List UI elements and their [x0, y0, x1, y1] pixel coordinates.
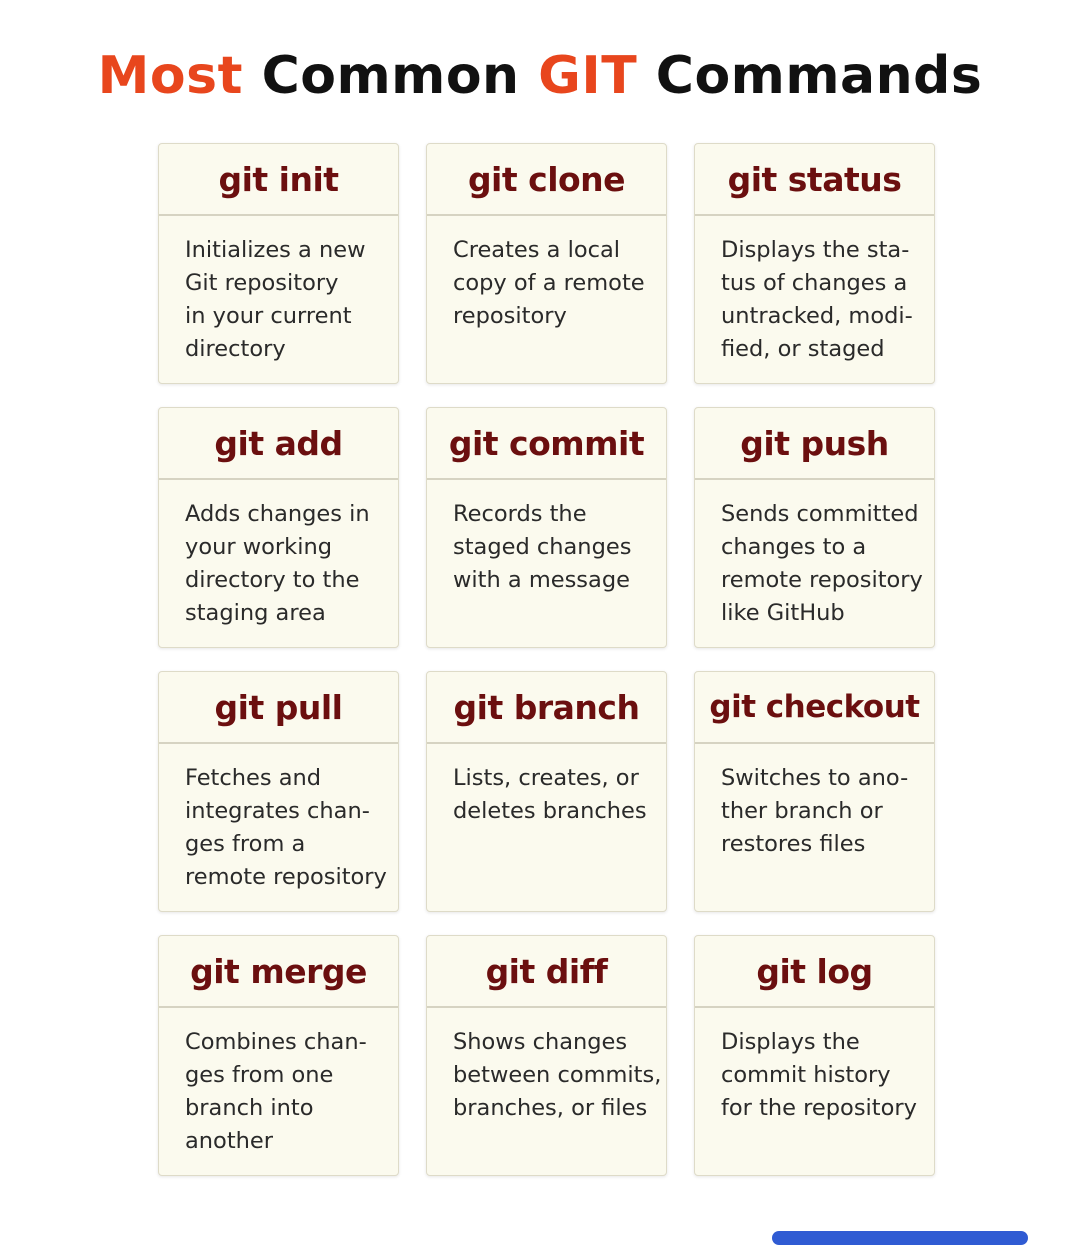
command-card: git push Sends committed changes to a remot…: [694, 407, 935, 648]
command-card: git log Displays the commit history for the…: [694, 935, 935, 1176]
command-name: git diff: [485, 951, 608, 991]
title-word-common: Common: [261, 46, 520, 106]
card-header: git init: [159, 144, 398, 216]
description-line: repository: [453, 303, 567, 329]
card-description: Creates a local copy of a remote repositor…: [427, 216, 666, 333]
card-description: Shows changes between commits, branches, o…: [427, 1008, 666, 1125]
command-name: git status: [727, 159, 902, 199]
command-card: git pull Fetches and integrates chan-ges f…: [158, 671, 399, 912]
command-name: git pull: [214, 687, 343, 727]
description-line: Fetches and: [185, 765, 322, 791]
title-word-git: GIT: [538, 46, 638, 106]
title-word-most: Most: [97, 46, 243, 106]
description-line: directory: [185, 336, 286, 362]
description-line: in your current: [185, 303, 352, 329]
description-line: branches, or files: [453, 1095, 648, 1121]
description-line: between commits,: [453, 1062, 662, 1088]
description-line: copy of a remote: [453, 270, 645, 296]
card-description: Lists, creates, or deletes branches: [427, 744, 666, 828]
card-description: Combines chan-ges from one branch into ano…: [159, 1008, 398, 1158]
description-line: staging area: [185, 600, 326, 626]
command-name: git init: [218, 159, 339, 199]
commands-grid: git init Initializes a new Git repository i…: [158, 143, 935, 1176]
card-header: git log: [695, 936, 934, 1008]
description-line: Shows changes: [453, 1029, 628, 1055]
card-header: git push: [695, 408, 934, 480]
description-line: ther branch or: [721, 798, 883, 824]
description-line: your working: [185, 534, 332, 560]
command-card: git status Displays the sta-tus of change…: [694, 143, 935, 384]
card-description: Fetches and integrates chan-ges from a rem…: [159, 744, 398, 894]
card-header: git branch: [427, 672, 666, 744]
description-line: restores files: [721, 831, 866, 857]
page-title: Most Common GIT Commands: [0, 40, 1080, 112]
description-line: Adds changes in: [185, 501, 370, 527]
card-header: git checkout: [695, 672, 934, 744]
description-line: remote repository: [185, 864, 387, 890]
description-line: Combines chan-: [185, 1029, 367, 1055]
description-line: Git repository: [185, 270, 339, 296]
card-description: Displays the commit history for the reposi…: [695, 1008, 934, 1125]
card-description: Displays the sta-tus of changes a untrack…: [695, 216, 934, 366]
description-line: for the repository: [721, 1095, 917, 1121]
command-name: git commit: [448, 423, 645, 463]
card-header: git pull: [159, 672, 398, 744]
description-line: ges from a: [185, 831, 306, 857]
card-description: Sends committed changes to a remote reposi…: [695, 480, 934, 630]
command-name: git log: [756, 951, 873, 991]
description-line: Sends committed: [721, 501, 919, 527]
command-name: git clone: [467, 159, 626, 199]
description-line: deletes branches: [453, 798, 647, 824]
command-card: git checkout Switches to ano-ther branch …: [694, 671, 935, 912]
description-line: with a message: [453, 567, 630, 593]
command-card: git merge Combines chan-ges from one branc…: [158, 935, 399, 1176]
bottom-scroll-indicator: [772, 1231, 1028, 1245]
description-line: untracked, modi-: [721, 303, 913, 329]
description-line: remote repository: [721, 567, 923, 593]
description-line: directory to the: [185, 567, 360, 593]
description-line: changes to a: [721, 534, 867, 560]
description-line: fied, or staged: [721, 336, 885, 362]
description-line: commit history: [721, 1062, 891, 1088]
description-line: like GitHub: [721, 600, 845, 626]
card-description: Switches to ano-ther branch or restores f…: [695, 744, 934, 861]
command-card: git add Adds changes in your working direct…: [158, 407, 399, 648]
command-name: git push: [740, 423, 889, 463]
description-line: ges from one: [185, 1062, 334, 1088]
description-line: integrates chan-: [185, 798, 370, 824]
card-description: Adds changes in your working directory to …: [159, 480, 398, 630]
card-description: Records the staged changes with a message: [427, 480, 666, 597]
command-name: git merge: [190, 951, 367, 991]
card-header: git status: [695, 144, 934, 216]
command-card: git branch Lists, creates, or deletes bran…: [426, 671, 667, 912]
description-line: Initializes a new: [185, 237, 366, 263]
command-card: git commit Records the staged changes with …: [426, 407, 667, 648]
description-line: Displays the: [721, 1029, 860, 1055]
card-header: git merge: [159, 936, 398, 1008]
description-line: Records the: [453, 501, 587, 527]
description-line: tus of changes a: [721, 270, 908, 296]
card-header: git add: [159, 408, 398, 480]
description-line: Creates a local: [453, 237, 621, 263]
title-word-commands: Commands: [655, 46, 983, 106]
command-name: git branch: [453, 687, 640, 727]
description-line: another: [185, 1128, 273, 1154]
description-line: Displays the sta-: [721, 237, 910, 263]
command-card: git diff Shows changes between commits, bra…: [426, 935, 667, 1176]
card-header: git diff: [427, 936, 666, 1008]
command-card: git init Initializes a new Git repository i…: [158, 143, 399, 384]
description-line: staged changes: [453, 534, 632, 560]
command-name: git checkout: [709, 689, 920, 725]
description-line: Switches to ano-: [721, 765, 909, 791]
card-description: Initializes a new Git repository in your c…: [159, 216, 398, 366]
command-name: git add: [214, 423, 343, 463]
command-card: git clone Creates a local copy of a remote…: [426, 143, 667, 384]
card-header: git commit: [427, 408, 666, 480]
card-header: git clone: [427, 144, 666, 216]
description-line: Lists, creates, or: [453, 765, 639, 791]
description-line: branch into: [185, 1095, 314, 1121]
